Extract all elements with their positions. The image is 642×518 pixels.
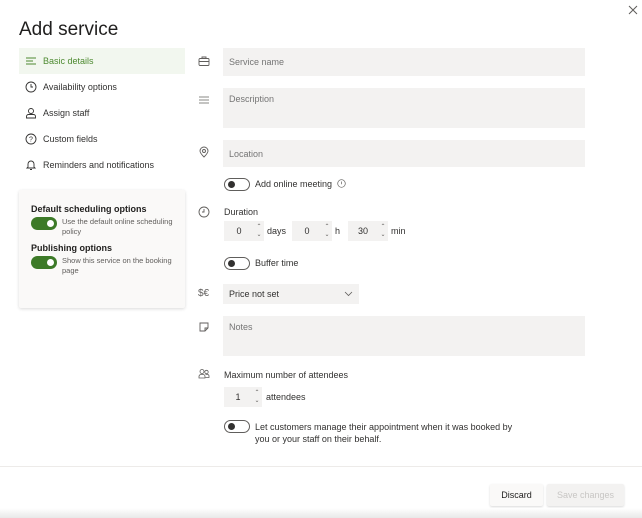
footer-divider bbox=[0, 466, 642, 467]
description-icon bbox=[198, 94, 210, 106]
notes-input[interactable] bbox=[223, 316, 585, 356]
hours-spinner[interactable]: 0 ⌃ ⌄ bbox=[292, 221, 332, 241]
minutes-spinner[interactable]: 30 ⌃ ⌄ bbox=[348, 221, 388, 241]
attendees-unit: attendees bbox=[266, 392, 306, 402]
hours-value[interactable]: 0 bbox=[292, 226, 322, 236]
clock-icon bbox=[25, 81, 37, 93]
days-value[interactable]: 0 bbox=[224, 226, 254, 236]
attendees-value[interactable]: 1 bbox=[224, 392, 252, 402]
chevron-down-icon bbox=[344, 289, 353, 299]
buffer-label: Buffer time bbox=[255, 258, 299, 268]
chevron-down-icon[interactable]: ⌄ bbox=[256, 231, 261, 239]
person-icon bbox=[25, 107, 37, 119]
briefcase-icon bbox=[198, 55, 210, 67]
default-scheduling-desc: Use the default online scheduling policy bbox=[62, 217, 173, 236]
sidebar-item-custom-fields[interactable]: ? Custom fields bbox=[19, 126, 185, 152]
chevron-down-icon[interactable]: ⌄ bbox=[324, 231, 329, 239]
svg-text:?: ? bbox=[29, 137, 33, 144]
minutes-unit: min bbox=[391, 226, 406, 236]
location-input[interactable] bbox=[223, 140, 585, 167]
sidebar-item-label: Availability options bbox=[43, 82, 117, 92]
duration-label: Duration bbox=[224, 207, 259, 217]
publishing-desc: Show this service on the booking page bbox=[62, 256, 172, 275]
attendees-spinner[interactable]: 1 ⌃ ⌄ bbox=[224, 387, 262, 407]
sidebar-item-label: Custom fields bbox=[43, 134, 98, 144]
description-input[interactable] bbox=[223, 88, 585, 128]
people-icon bbox=[198, 368, 210, 380]
sidebar-item-label: Basic details bbox=[43, 56, 94, 66]
price-icon: $€ bbox=[198, 288, 210, 299]
bell-icon bbox=[25, 159, 37, 171]
days-spinner[interactable]: 0 ⌃ ⌄ bbox=[224, 221, 264, 241]
publishing-title: Publishing options bbox=[31, 243, 112, 253]
chevron-up-icon[interactable]: ⌃ bbox=[256, 223, 261, 231]
options-card: Default scheduling options Use the defau… bbox=[19, 190, 185, 308]
note-icon bbox=[198, 321, 210, 333]
default-scheduling-title: Default scheduling options bbox=[31, 204, 147, 214]
online-meeting-toggle[interactable] bbox=[224, 178, 250, 191]
service-name-input[interactable] bbox=[223, 48, 585, 76]
question-icon: ? bbox=[25, 133, 37, 145]
price-value: Price not set bbox=[229, 289, 280, 299]
sidebar-item-assign-staff[interactable]: Assign staff bbox=[19, 100, 185, 126]
lines-icon bbox=[25, 55, 37, 67]
sidebar-nav: Basic details Availability options Assig… bbox=[19, 48, 185, 178]
discard-button[interactable]: Discard bbox=[490, 484, 543, 506]
online-meeting-label: Add online meeting bbox=[255, 179, 333, 189]
info-icon[interactable] bbox=[337, 179, 346, 190]
sidebar-item-label: Reminders and notifications bbox=[43, 160, 155, 170]
chevron-down-icon[interactable]: ⌄ bbox=[380, 231, 385, 239]
footer-shadow bbox=[0, 508, 642, 518]
max-attendees-label: Maximum number of attendees bbox=[224, 370, 349, 380]
price-dropdown[interactable]: Price not set bbox=[223, 284, 359, 304]
days-unit: days bbox=[267, 226, 287, 236]
sidebar-item-availability[interactable]: Availability options bbox=[19, 74, 185, 100]
save-changes-button[interactable]: Save changes bbox=[547, 484, 624, 506]
default-scheduling-toggle[interactable] bbox=[31, 217, 57, 230]
chevron-up-icon[interactable]: ⌃ bbox=[254, 389, 259, 397]
manage-appointment-label: Let customers manage their appointment w… bbox=[255, 422, 513, 444]
sidebar-item-basic-details[interactable]: Basic details bbox=[19, 48, 185, 74]
sidebar-item-reminders[interactable]: Reminders and notifications bbox=[19, 152, 185, 178]
chevron-up-icon[interactable]: ⌃ bbox=[324, 223, 329, 231]
chevron-down-icon[interactable]: ⌄ bbox=[254, 397, 259, 405]
sidebar-item-label: Assign staff bbox=[43, 108, 90, 118]
publishing-toggle[interactable] bbox=[31, 256, 57, 269]
clock-icon bbox=[198, 206, 210, 218]
close-icon[interactable] bbox=[626, 3, 640, 17]
chevron-up-icon[interactable]: ⌃ bbox=[380, 223, 385, 231]
location-icon bbox=[198, 146, 210, 158]
minutes-value[interactable]: 30 bbox=[348, 226, 378, 236]
hours-unit: h bbox=[335, 226, 341, 236]
buffer-toggle[interactable] bbox=[224, 257, 250, 270]
page-title: Add service bbox=[19, 19, 119, 40]
manage-appointment-toggle[interactable] bbox=[224, 420, 250, 433]
